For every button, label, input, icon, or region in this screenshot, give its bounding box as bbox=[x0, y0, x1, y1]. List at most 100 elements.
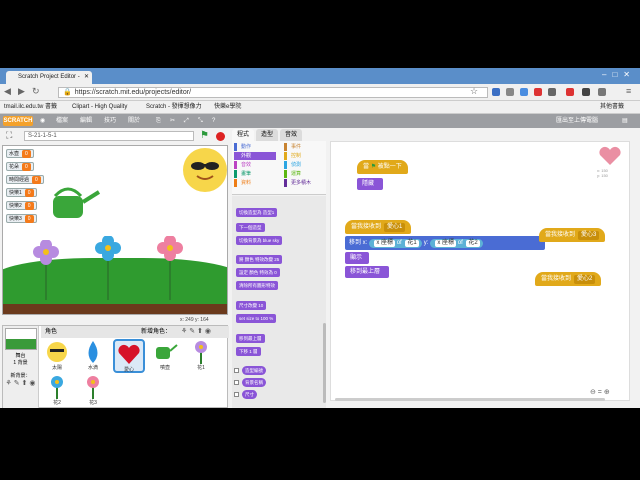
category-looks[interactable]: 外觀 bbox=[234, 152, 276, 160]
zoom-controls[interactable]: ⊖ = ⊕ bbox=[590, 388, 610, 396]
url-field[interactable]: 🔒 https://scratch.mit.edu/projects/editor… bbox=[58, 87, 488, 98]
menu-tips[interactable]: 技巧 bbox=[104, 114, 116, 128]
monitor-checkbox[interactable] bbox=[234, 392, 239, 397]
stage[interactable]: 水壺 0 花朵 0 時間經過 0 快樂1 0 快樂2 0 快樂3 0 bbox=[2, 145, 228, 315]
shrink-icon[interactable]: ⤡ bbox=[198, 114, 203, 128]
flower1-sprite[interactable] bbox=[31, 240, 61, 300]
scripts-area[interactable]: 當 ⚑ 被點一下 隱藏 當我接收到 愛心1 移到 x: x 座標 of 花1 y: x … bbox=[330, 141, 630, 401]
category-events[interactable]: 事件 bbox=[284, 143, 301, 151]
sensing-reporter[interactable]: x 座標 of 花1 bbox=[369, 239, 422, 248]
save-to-computer[interactable]: 匯出至上傳電腦 bbox=[556, 114, 598, 128]
star-icon[interactable]: ☆ bbox=[470, 86, 478, 97]
extension-icon[interactable] bbox=[534, 88, 542, 96]
back-icon[interactable]: ◀ bbox=[4, 86, 11, 97]
scripts-scrollbar[interactable] bbox=[335, 398, 605, 401]
scratch-logo[interactable]: SCRATCH bbox=[3, 116, 33, 126]
palette-block[interactable]: 切換背景為 blue sky bbox=[236, 236, 283, 245]
tab-sounds[interactable]: 音效 bbox=[280, 129, 303, 141]
palette-reporter[interactable]: 背景名稱 bbox=[242, 378, 266, 387]
bookmark-item[interactable]: tmail.ilc.edu.tw 書籤 bbox=[4, 101, 57, 114]
palette-block[interactable]: 下移 1 層 bbox=[236, 347, 261, 356]
bookmark-item[interactable]: Clipart - High Quality bbox=[72, 101, 127, 114]
folder-icon[interactable]: ▤ bbox=[622, 114, 628, 128]
category-control[interactable]: 控制 bbox=[284, 152, 301, 160]
browser-tab[interactable]: Scratch Project Editor - ✕ bbox=[6, 71, 92, 84]
help-icon[interactable]: ? bbox=[212, 114, 215, 128]
extension-icon[interactable] bbox=[506, 88, 514, 96]
sprite-dropdown[interactable]: 花1 bbox=[405, 240, 419, 247]
palette-reporter[interactable]: 造型編號 bbox=[242, 366, 266, 375]
category-motion[interactable]: 動作 bbox=[234, 143, 251, 151]
stage-thumbnail[interactable]: 舞台 1 背景 新背景： ⚘ ✎ ⬆ ◉ bbox=[3, 326, 39, 408]
extension-icon[interactable] bbox=[566, 88, 574, 96]
palette-block[interactable]: set size to 100 % bbox=[236, 314, 277, 323]
category-more-blocks[interactable]: 更多積木 bbox=[284, 179, 311, 187]
when-receive-block[interactable]: 當我接收到 愛心1 bbox=[345, 220, 412, 234]
menu-edit[interactable]: 編輯 bbox=[80, 114, 92, 128]
palette-block[interactable]: 尺寸改變 10 bbox=[236, 301, 267, 310]
menu-file[interactable]: 檔案 bbox=[56, 114, 68, 128]
grow-icon[interactable]: ⤢ bbox=[184, 114, 189, 128]
green-flag-icon[interactable]: ⚑ bbox=[200, 130, 209, 141]
duplicate-icon[interactable]: ⎘ bbox=[156, 114, 161, 128]
category-sound[interactable]: 音效 bbox=[234, 161, 251, 169]
new-sprite-icons[interactable]: ⚘ ✎ ⬆ ◉ bbox=[181, 326, 211, 338]
monitor-checkbox[interactable] bbox=[234, 368, 239, 373]
sprite-thumb-selected[interactable]: 愛心 bbox=[113, 339, 145, 373]
palette-block[interactable]: 清除所有圖形特效 bbox=[236, 281, 278, 290]
project-name-field[interactable]: S-21-1-5-1 bbox=[24, 131, 194, 141]
reload-icon[interactable]: ↻ bbox=[32, 86, 40, 97]
sprite-thumb[interactable]: 噴壺 bbox=[149, 339, 181, 373]
tab-costumes[interactable]: 造型 bbox=[256, 129, 279, 141]
when-receive-block[interactable]: 當我接收到 愛心2 bbox=[535, 272, 602, 286]
watering-can-sprite[interactable] bbox=[43, 186, 103, 226]
sprite-thumb[interactable]: 花3 bbox=[77, 374, 109, 408]
extension-icon[interactable] bbox=[598, 88, 606, 96]
extension-icon[interactable] bbox=[492, 88, 500, 96]
flower3-sprite[interactable] bbox=[155, 236, 185, 300]
extension-icon[interactable] bbox=[548, 88, 556, 96]
stop-icon[interactable] bbox=[216, 132, 225, 141]
when-receive-block[interactable]: 當我接收到 愛心3 bbox=[539, 228, 606, 242]
sprite-thumb[interactable]: 水滴 bbox=[77, 339, 109, 373]
palette-block[interactable]: 設定 顏色 特效為 0 bbox=[236, 268, 280, 277]
show-block[interactable]: 顯示 bbox=[345, 252, 369, 264]
flower2-sprite[interactable] bbox=[93, 236, 123, 300]
palette-block[interactable]: 將 顏色 特效改變 25 bbox=[236, 255, 283, 264]
palette-reporter[interactable]: 尺寸 bbox=[242, 390, 257, 399]
palette-block[interactable]: 移到最上層 bbox=[236, 334, 265, 343]
close-tab-icon[interactable]: ✕ bbox=[84, 71, 89, 84]
monitor-checkbox[interactable] bbox=[234, 380, 239, 385]
category-operators[interactable]: 運算 bbox=[284, 170, 301, 178]
new-backdrop-icons[interactable]: ⚘ ✎ ⬆ ◉ bbox=[3, 379, 38, 387]
message-dropdown[interactable]: 愛心2 bbox=[574, 275, 596, 284]
tab-scripts[interactable]: 程式 bbox=[232, 129, 255, 141]
sprite-thumb[interactable]: 花1 bbox=[185, 339, 217, 373]
message-dropdown[interactable]: 愛心1 bbox=[384, 223, 406, 232]
extension-icon[interactable] bbox=[582, 88, 590, 96]
category-pen[interactable]: 畫筆 bbox=[234, 170, 251, 178]
menu-about[interactable]: 關於 bbox=[128, 114, 140, 128]
bookmark-item[interactable]: 其他書籤 bbox=[600, 101, 624, 114]
forward-icon[interactable]: ▶ bbox=[18, 86, 25, 97]
category-data[interactable]: 資料 bbox=[234, 179, 251, 187]
when-flag-clicked-block[interactable]: 當 ⚑ 被點一下 bbox=[357, 160, 408, 174]
category-sensing[interactable]: 偵測 bbox=[284, 161, 301, 169]
window-controls[interactable]: –□✕ bbox=[602, 70, 636, 79]
sprite-thumb[interactable]: 花2 bbox=[41, 374, 73, 408]
sprite-dropdown[interactable]: 花2 bbox=[466, 240, 480, 247]
sun-sprite[interactable] bbox=[183, 148, 227, 192]
hide-block[interactable]: 隱藏 bbox=[357, 178, 383, 190]
message-dropdown[interactable]: 愛心3 bbox=[578, 231, 600, 240]
sensing-reporter[interactable]: x 座標 of 花2 bbox=[430, 239, 483, 248]
attribute-dropdown[interactable]: x 座標 bbox=[435, 240, 457, 247]
globe-icon[interactable]: ◉ bbox=[40, 114, 45, 128]
attribute-dropdown[interactable]: x 座標 bbox=[374, 240, 396, 247]
bookmark-item[interactable]: 快樂e學院 bbox=[214, 101, 241, 114]
sprite-thumb[interactable]: 太陽 bbox=[41, 339, 73, 373]
palette-block[interactable]: 切換造型為 造型1 bbox=[236, 208, 278, 217]
palette-scrollbar[interactable] bbox=[323, 323, 326, 403]
presentation-mode-icon[interactable]: ⛶ bbox=[6, 130, 12, 141]
bookmark-item[interactable]: Scratch - 發揮想像力 bbox=[146, 101, 202, 114]
palette-block[interactable]: 下一個造型 bbox=[236, 223, 265, 232]
